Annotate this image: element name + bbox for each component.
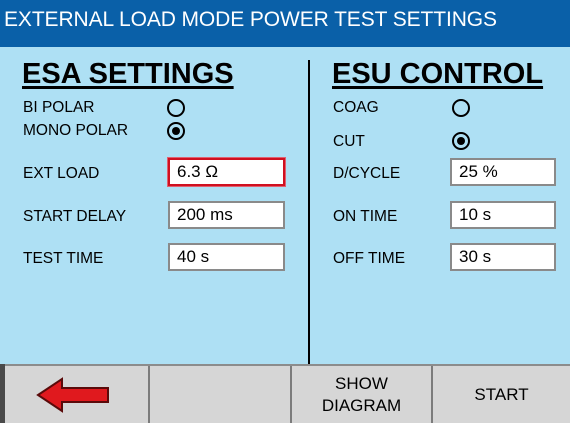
bi-polar-label: BI POLAR — [23, 99, 95, 116]
start-delay-field[interactable]: 200 ms — [168, 201, 285, 229]
test-time-label: TEST TIME — [23, 250, 104, 267]
show-diagram-label-line2: DIAGRAM — [321, 395, 402, 415]
settings-panel: ESA SETTINGS BI POLAR MONO POLAR EXT LOA… — [0, 47, 570, 364]
start-button-label: START — [474, 384, 529, 404]
duty-cycle-field[interactable]: 25 % — [450, 158, 556, 186]
cut-label: CUT — [333, 133, 365, 150]
screen-title: EXTERNAL LOAD MODE POWER TEST SETTINGS — [4, 8, 497, 31]
on-time-field[interactable]: 10 s — [450, 201, 556, 229]
title-bar: EXTERNAL LOAD MODE POWER TEST SETTINGS — [0, 0, 570, 47]
bi-polar-radio[interactable] — [167, 99, 185, 117]
off-time-label: OFF TIME — [333, 250, 406, 267]
mono-polar-radio[interactable] — [167, 122, 185, 140]
left-arrow-icon — [36, 376, 109, 413]
show-diagram-label-line1: SHOW — [335, 373, 388, 393]
column-divider — [308, 60, 310, 379]
cut-radio[interactable] — [452, 132, 470, 150]
on-time-label: ON TIME — [333, 208, 398, 225]
mono-polar-label: MONO POLAR — [23, 122, 129, 139]
ext-load-field[interactable]: 6.3 Ω — [168, 158, 285, 186]
test-time-field[interactable]: 40 s — [168, 243, 285, 271]
start-delay-label: START DELAY — [23, 208, 127, 225]
start-button[interactable]: START — [433, 366, 570, 423]
off-time-field[interactable]: 30 s — [450, 243, 556, 271]
esa-settings-heading: ESA SETTINGS — [22, 58, 234, 90]
back-button[interactable] — [0, 366, 150, 423]
test-settings-screen: EXTERNAL LOAD MODE POWER TEST SETTINGS E… — [0, 0, 570, 423]
coag-label: COAG — [333, 99, 379, 116]
esu-control-heading: ESU CONTROL — [332, 58, 544, 90]
coag-radio[interactable] — [452, 99, 470, 117]
ext-load-label: EXT LOAD — [23, 165, 100, 182]
left-frame-edge — [0, 364, 5, 423]
button-bar: SHOW DIAGRAM START — [0, 364, 570, 423]
blank-button[interactable] — [150, 366, 292, 423]
duty-cycle-label: D/CYCLE — [333, 165, 401, 182]
show-diagram-button[interactable]: SHOW DIAGRAM — [292, 366, 433, 423]
